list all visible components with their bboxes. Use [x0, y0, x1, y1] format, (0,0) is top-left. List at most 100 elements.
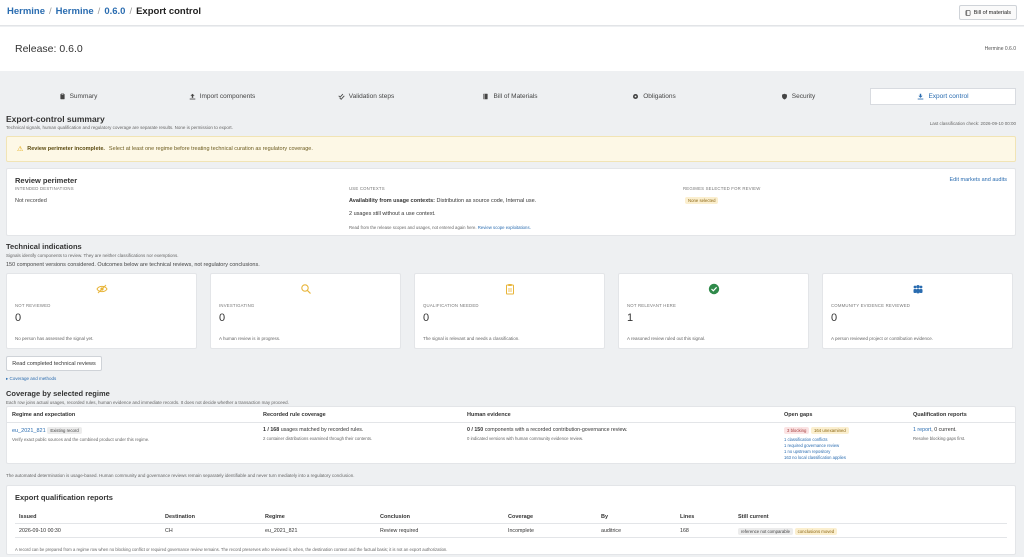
gap-link[interactable]: 1 required governance review [784, 443, 839, 448]
gap-link[interactable]: 1 classification conflicts [784, 437, 828, 442]
warning-banner: ⚠ Review perimeter incomplete. Select at… [6, 136, 1016, 162]
shield-icon [781, 93, 787, 100]
coverage-methods-link[interactable]: ▸ Coverage and methods [6, 376, 56, 382]
last-classification-check: Last classification check: 2026-09-10 00… [929, 121, 1016, 126]
tab-label: Validation steps [348, 93, 395, 100]
kpi-qualification-needed: Qualification needed 0 The signal is rel… [414, 273, 605, 349]
people-icon [913, 285, 922, 294]
breadcrumb-separator: / [49, 6, 52, 17]
breadcrumb-item-product[interactable]: Hermine [56, 6, 94, 17]
tab-summary[interactable]: Summary [6, 88, 150, 105]
release-header: Release: 0.6.0 Hermine 0.6.0 [0, 27, 1024, 71]
availability-text: Distribution as source code, Internal us… [436, 198, 537, 204]
tab-security[interactable]: Security [726, 88, 870, 105]
report-link[interactable]: 1 report [913, 427, 931, 433]
reports-header: Coverage [508, 514, 534, 520]
report-description: Resolve blocking gaps first. [913, 436, 966, 441]
check-circle-icon [708, 283, 719, 295]
human-evidence-description: 0 indicated versions with human communit… [467, 436, 584, 441]
summary-subtitle: Technical signals, human qualification a… [6, 125, 233, 130]
human-evidence: 0 / 150 components with a recorded contr… [467, 427, 628, 433]
tab-label: Summary [69, 93, 98, 100]
coverage-header: Human evidence [467, 412, 511, 418]
gap-link[interactable]: 1 no upstream repository [784, 449, 830, 454]
reports-title: Export qualification reports [15, 493, 113, 502]
reports-footnote: A record can be prepared from a regime r… [15, 547, 448, 552]
kpi-description: No person has assessed the signal yet. [15, 336, 94, 341]
upload-icon [189, 93, 195, 100]
report-destination: CH [165, 528, 173, 534]
kpi-not-reviewed: Not reviewed 0 No person has assessed th… [6, 273, 197, 349]
unexamined-badge: 164 unexamined [811, 427, 849, 434]
kpi-value: 0 [219, 312, 226, 324]
coverage-title: Coverage by selected regime [6, 389, 110, 398]
availability-line: Availability from usage contexts: Distri… [349, 198, 536, 204]
kpi-description: A person reviewed project or contributio… [831, 336, 934, 341]
kpi-label: Qualification needed [423, 303, 479, 308]
reports-card: Export qualification reports Issued Dest… [6, 485, 1016, 555]
reports-header: Still current [738, 514, 769, 520]
destinations-label: Intended destinations [15, 186, 74, 191]
warning-text: Select at least one regime before treati… [108, 146, 313, 152]
kpi-description: A reasoned review ruled out this signal. [627, 336, 706, 341]
report-still-current: reference not comparable conclusions mov… [738, 528, 838, 535]
kpi-value: 1 [627, 312, 634, 324]
row-divider [15, 537, 1007, 538]
destinations-value: Not recorded [15, 198, 47, 204]
kpi-label: Not relevant here [627, 303, 677, 308]
reports-header: Regime [265, 514, 285, 520]
clipboard-icon [59, 93, 65, 100]
breadcrumb-separator: / [129, 6, 133, 17]
rule-coverage-description: 2 container distributions examined throu… [263, 436, 373, 441]
coverage-subtitle: Each row joins actual usages, recorded r… [6, 400, 289, 405]
kpi-value: 0 [15, 312, 22, 324]
regime-description: Verify exact public sources and the comb… [12, 437, 150, 442]
page-title: Release: 0.6.0 [15, 43, 83, 55]
kpi-description: A human review is in progress. [219, 336, 281, 341]
eye-slash-icon [95, 284, 108, 294]
status-badge: reference not comparable [738, 528, 793, 535]
human-evidence-text: components with a recorded contribution-… [484, 427, 628, 433]
tab-label: Security [791, 93, 816, 100]
rule-coverage: 1 / 168 usages matched by recorded rules… [263, 427, 363, 433]
tab-export-control[interactable]: Export control [870, 88, 1016, 105]
report-issued-link[interactable]: 2026-09-10 00:30 [19, 528, 61, 534]
tab-obligations[interactable]: Obligations [582, 88, 726, 105]
tab-validation-steps[interactable]: Validation steps [294, 88, 438, 105]
breadcrumb: Hermine / Hermine/0.6.0/Export control [7, 6, 201, 17]
warning-bold: Review perimeter incomplete. [27, 146, 105, 152]
regime-link[interactable]: eu_2021_821 [12, 428, 46, 434]
kpi-label: Community evidence reviewed [831, 303, 911, 308]
usages-without-context: 2 usages still without a use context. [349, 211, 436, 217]
breadcrumb-item-release[interactable]: 0.6.0 [104, 6, 125, 17]
kpi-investigating: Investigating 0 A human review is in pro… [210, 273, 401, 349]
regime-cell: eu_2021_821 Existing record [12, 427, 82, 434]
warning-icon: ⚠ [17, 146, 24, 153]
tab-bill-of-materials[interactable]: Bill of Materials [438, 88, 582, 105]
reports-header: Destination [165, 514, 195, 520]
review-scope-link[interactable]: Review scope exploitations. [478, 225, 531, 230]
kpi-community-evidence: Community evidence reviewed 0 A person r… [822, 273, 1013, 349]
kpi-value: 0 [423, 312, 430, 324]
tab-label: Import components [199, 93, 256, 100]
coverage-header: Regime and expectation [12, 412, 76, 418]
bill-of-materials-button[interactable]: Bill of materials [958, 5, 1017, 20]
kpi-value: 0 [831, 312, 838, 324]
indications-considered: 150 component versions considered. Outco… [6, 262, 260, 268]
reports-header: Conclusion [380, 514, 410, 520]
gear-icon [633, 93, 639, 100]
book-icon [965, 9, 971, 16]
regimes-label: Regimes selected for review [683, 186, 761, 191]
edit-markets-link[interactable]: Edit markets and audits [950, 177, 1007, 183]
coverage-header: Open gaps [784, 412, 813, 418]
download-icon [918, 93, 924, 100]
release-product: Hermine 0.6.0 [984, 46, 1016, 52]
breadcrumb-item-root[interactable]: Hermine [7, 6, 45, 17]
gap-link[interactable]: 163 no local classification applies [784, 455, 846, 460]
read-technical-reviews-button[interactable]: Read completed technical reviews [6, 356, 102, 371]
header-divider [7, 422, 1015, 423]
report-coverage: Incomplete [508, 528, 534, 534]
tab-import-components[interactable]: Import components [150, 88, 294, 105]
reports-header: Issued [19, 514, 37, 520]
kpi-label: Not reviewed [15, 303, 51, 308]
